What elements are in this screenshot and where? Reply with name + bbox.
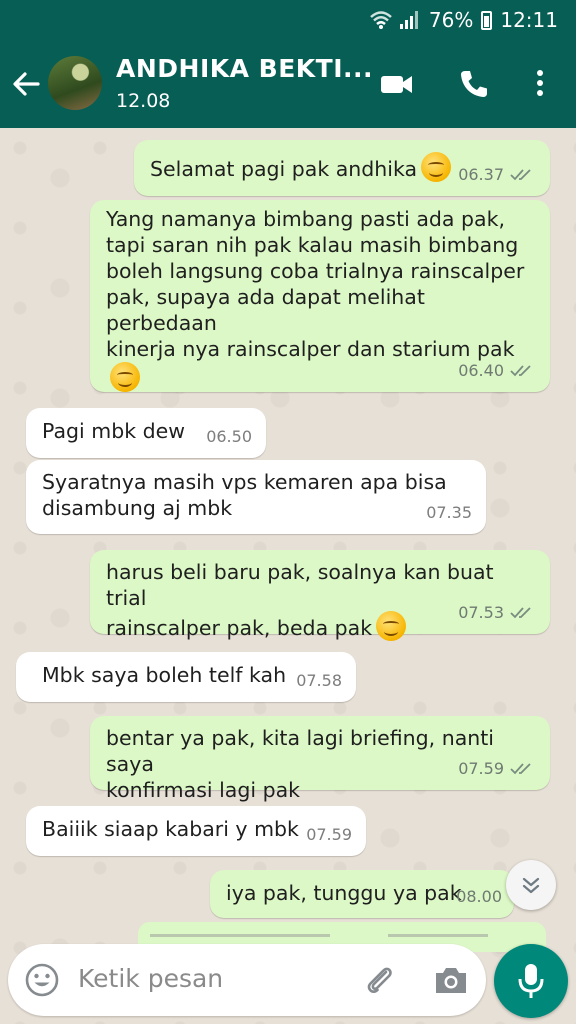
battery-icon bbox=[481, 10, 493, 30]
message-meta: 06.50 bbox=[206, 424, 252, 450]
message-text: Selamat pagi pak andhika bbox=[150, 157, 418, 181]
message-text: Baiiik siaap kabari y mbk bbox=[42, 817, 299, 841]
clock: 12:11 bbox=[500, 8, 558, 32]
message-meta: 07.53 bbox=[458, 600, 536, 626]
message-time: 06.50 bbox=[206, 427, 252, 446]
message-time: 07.35 bbox=[426, 503, 472, 522]
message-bubble-outgoing[interactable]: iya pak, tunggu ya pak 08.00 bbox=[210, 870, 514, 918]
message-meta: 07.59 bbox=[306, 822, 352, 848]
message-meta: 07.58 bbox=[296, 668, 342, 694]
double-check-icon bbox=[510, 365, 531, 377]
video-call-icon[interactable] bbox=[380, 68, 414, 100]
message-time: 07.58 bbox=[296, 671, 342, 690]
message-meta: 06.40 bbox=[458, 358, 536, 384]
contact-name[interactable]: ANDHIKA BEKTI... bbox=[116, 54, 373, 83]
chat-header: ANDHIKA BEKTI... 12.08 bbox=[0, 40, 576, 128]
message-bubble-outgoing[interactable]: Selamat pagi pak andhika 06.37 bbox=[134, 140, 550, 196]
smiling-face-emoji bbox=[376, 611, 407, 641]
avatar[interactable] bbox=[48, 56, 102, 110]
message-time: 07.59 bbox=[306, 825, 352, 844]
message-time: 08.00 bbox=[456, 887, 502, 906]
status-icons bbox=[369, 10, 421, 30]
voice-call-icon[interactable] bbox=[458, 68, 490, 100]
smiling-face-emoji bbox=[110, 362, 140, 392]
message-time: 07.53 bbox=[458, 603, 504, 622]
message-meta: 06.37 bbox=[458, 162, 536, 188]
message-time: 06.37 bbox=[458, 165, 504, 184]
message-bubble-incoming[interactable]: Syaratnya masih vps kemaren apa bisa dis… bbox=[26, 460, 486, 534]
message-bubble-incoming[interactable]: Pagi mbk dew 06.50 bbox=[26, 408, 266, 458]
mic-icon bbox=[518, 964, 544, 998]
voice-message-button[interactable] bbox=[494, 944, 568, 1018]
message-bubble-outgoing[interactable]: harus beli baru pak, soalnya kan buat tr… bbox=[90, 550, 550, 641]
message-meta: 07.59 bbox=[458, 756, 536, 782]
message-text: Yang namanya bimbang pasti ada pak, tapi… bbox=[106, 207, 525, 361]
message-bubble-outgoing[interactable]: Yang namanya bimbang pasti ada pak, tapi… bbox=[90, 200, 550, 392]
message-input[interactable]: Ketik pesan bbox=[78, 964, 223, 993]
double-check-icon bbox=[510, 607, 531, 619]
message-meta: 08.00 bbox=[456, 884, 502, 910]
wifi-icon bbox=[370, 11, 392, 29]
message-text: iya pak, tunggu ya pak bbox=[226, 881, 462, 905]
status-bar: 76% 12:11 bbox=[0, 0, 576, 40]
scroll-down-icon bbox=[522, 877, 540, 894]
scroll-down-button[interactable] bbox=[506, 860, 556, 910]
message-time: 06.40 bbox=[458, 361, 504, 380]
camera-icon[interactable] bbox=[432, 962, 470, 998]
message-text: Mbk saya boleh telf kah bbox=[42, 663, 287, 687]
emoji-icon[interactable] bbox=[24, 962, 60, 998]
message-bubble-outgoing[interactable]: bentar ya pak, kita lagi briefing, nanti… bbox=[90, 716, 550, 802]
message-text: Syaratnya masih vps kemaren apa bisa dis… bbox=[42, 470, 447, 520]
smiling-face-emoji bbox=[421, 152, 452, 182]
signal-icon bbox=[399, 11, 418, 29]
message-composer[interactable]: Ketik pesan bbox=[8, 944, 486, 1016]
attach-icon[interactable] bbox=[362, 962, 398, 998]
message-text: Pagi mbk dew bbox=[42, 419, 185, 443]
message-bubble-incoming[interactable]: Baiiik siaap kabari y mbk 07.59 bbox=[26, 806, 366, 856]
double-check-icon bbox=[510, 169, 531, 181]
double-check-icon bbox=[510, 763, 531, 775]
back-arrow-icon[interactable] bbox=[8, 64, 44, 104]
message-meta: 07.35 bbox=[426, 500, 472, 526]
message-bubble-incoming[interactable]: Mbk saya boleh telf kah 07.58 bbox=[16, 652, 356, 702]
message-text: harus beli baru pak, soalnya kan buat tr… bbox=[106, 560, 494, 640]
message-time: 07.59 bbox=[458, 759, 504, 778]
battery-percent: 76% bbox=[428, 8, 474, 32]
more-options-icon[interactable] bbox=[528, 68, 552, 100]
last-seen: 12.08 bbox=[116, 90, 171, 112]
